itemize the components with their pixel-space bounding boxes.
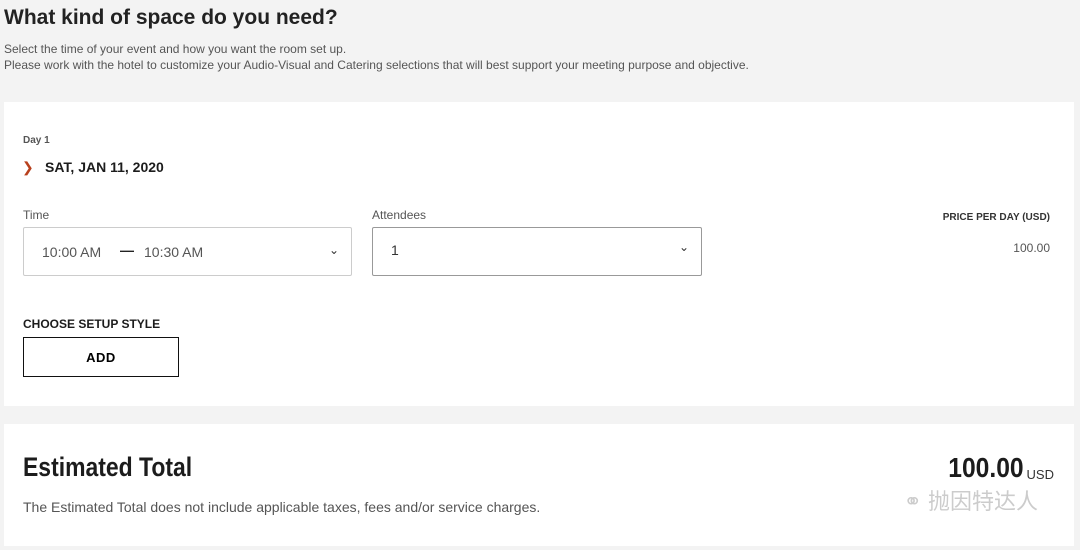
estimated-total-title: Estimated Total bbox=[23, 452, 193, 482]
day-date[interactable]: SAT, JAN 11, 2020 bbox=[45, 159, 164, 175]
price-value: 100.00 bbox=[1013, 241, 1050, 255]
start-time: 10:00 AM bbox=[42, 244, 102, 260]
time-select[interactable]: 10:00 AM — 10:30 AM ⌄ bbox=[23, 227, 352, 276]
watermark: ⚭ 抛因特达人 bbox=[903, 484, 1038, 516]
total-currency: USD bbox=[1026, 467, 1054, 482]
chevron-down-icon[interactable]: ❯ bbox=[22, 159, 34, 176]
attendees-select[interactable]: 1 ⌄ bbox=[372, 227, 702, 276]
subtitle-2: Please work with the hotel to customize … bbox=[4, 58, 749, 72]
estimated-total-note: The Estimated Total does not include app… bbox=[23, 499, 541, 515]
watermark-text: 抛因特达人 bbox=[927, 489, 1038, 514]
add-setup-button[interactable]: ADD bbox=[23, 337, 179, 377]
time-label: Time bbox=[23, 208, 50, 222]
attendees-label: Attendees bbox=[372, 208, 427, 222]
subtitle-1: Select the time of your event and how yo… bbox=[4, 42, 347, 56]
end-time: 10:30 AM bbox=[144, 244, 204, 260]
dash: — bbox=[120, 242, 134, 258]
attendees-value: 1 bbox=[391, 242, 399, 258]
day-label: Day 1 bbox=[23, 135, 50, 146]
chevron-down-icon: ⌄ bbox=[678, 240, 689, 254]
day-card: Day 1 ❯ SAT, JAN 11, 2020 Time 10:00 AM … bbox=[4, 102, 1074, 406]
wechat-icon: ⚭ bbox=[903, 489, 928, 514]
page-title: What kind of space do you need? bbox=[4, 6, 338, 29]
chevron-down-icon: ⌄ bbox=[328, 243, 339, 257]
setup-style-label: CHOOSE SETUP STYLE bbox=[23, 317, 161, 331]
price-label: PRICE PER DAY (USD) bbox=[942, 212, 1050, 223]
total-amount: 100.00 bbox=[948, 452, 1024, 483]
total-card: Estimated Total The Estimated Total does… bbox=[4, 424, 1074, 546]
